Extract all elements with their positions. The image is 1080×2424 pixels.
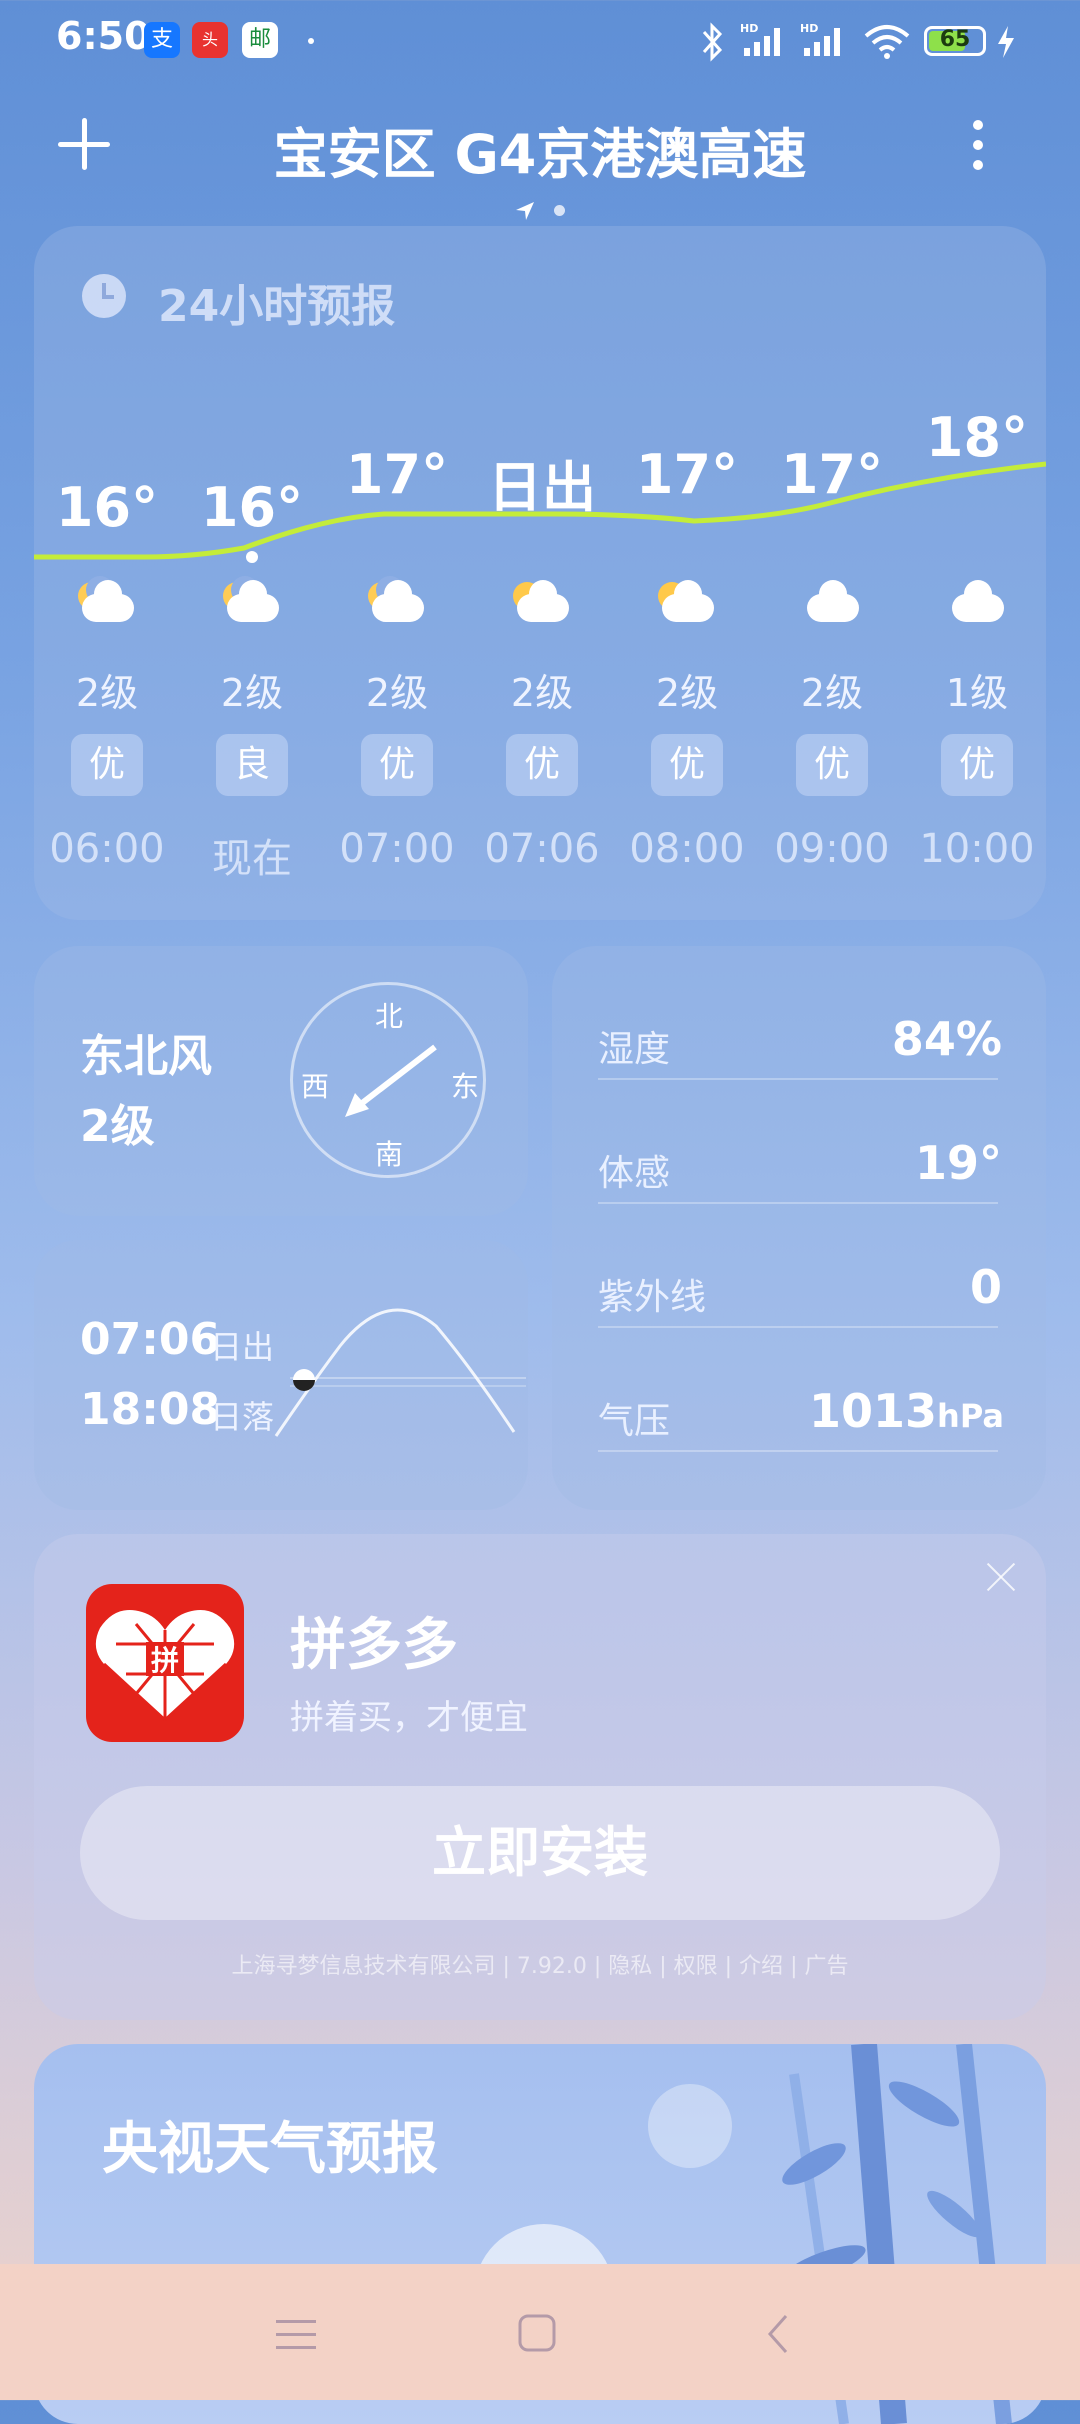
hour-time: 06:00 [49,826,165,872]
divider [598,1450,998,1452]
hour-time: 07:00 [339,826,455,872]
dot-icon [308,38,314,44]
svg-text:HD: HD [740,22,758,35]
pressure-unit: hPa [937,1397,1004,1435]
pressure-value: 1013 [809,1384,938,1438]
night-cloudy-icon [362,576,432,624]
divider [598,1326,998,1328]
charging-icon [998,26,1014,58]
pinduoduo-app-icon: 拼 [86,1584,244,1742]
hour-time: 07:06 [484,826,600,872]
status-bar: 6:50 支 头 邮 HD HD 65 [0,0,1080,80]
hour-air-quality-badge: 优 [941,734,1013,796]
hourly-forecast-title: 24小时预报 [158,281,396,332]
add-city-button[interactable] [58,118,110,170]
post-icon: 邮 [242,22,278,58]
hour-temp: 17° [635,443,739,506]
hour-temp: 18° [925,406,1029,469]
svg-text:HD: HD [800,22,818,35]
system-nav-bar [0,2264,1080,2400]
battery-icon: 65 [924,26,986,56]
feels-like-value: 19° [914,1136,1002,1190]
ad-slogan: 拼着买，才便宜 [290,1698,528,1738]
hour-temp: 17° [780,443,884,506]
sunrise-label: 日出 [210,1328,275,1366]
cloudy-icon [797,580,867,624]
wifi-icon [864,25,910,59]
sunset-label: 日落 [210,1398,275,1436]
night-cloudy-icon [217,576,287,624]
night-cloudy-icon [72,576,142,624]
hour-wind-level: 2级 [800,671,864,715]
hour-wind-level: 1级 [945,671,1009,715]
hour-time: 08:00 [629,826,745,872]
hour-air-quality-badge: 优 [71,734,143,796]
sun-arc [274,1308,526,1437]
hour-wind-level: 2级 [220,671,284,715]
hour-wind-level: 2级 [75,671,139,715]
home-nav-button[interactable] [518,2314,556,2352]
hour-wind-level: 2级 [655,671,719,715]
cloudy-icon [942,580,1012,624]
hour-air-quality-badge: 优 [506,734,578,796]
wind-level: 2级 [80,1101,155,1152]
wind-arrow-icon [345,1044,437,1117]
wind-direction: 东北风 [80,1031,212,1082]
hour-air-quality-badge: 优 [651,734,723,796]
moon-decoration [648,2084,732,2168]
hour-air-quality-badge: 良 [216,734,288,796]
alipay-icon: 支 [144,22,180,58]
cctv-title: 央视天气预报 [102,2117,438,2182]
hour-air-quality-badge: 优 [796,734,868,796]
divider [598,1078,998,1080]
uv-label: 紫外线 [598,1277,707,1318]
hour-time: 09:00 [774,826,890,872]
hour-temp: 17° [345,443,449,506]
hour-temp: 16° [55,476,159,539]
hour-time: 10:00 [919,826,1035,872]
more-menu-button[interactable] [968,120,988,176]
sunrise-time: 07:06 [80,1314,221,1365]
sunset-time: 18:08 [80,1384,221,1435]
ad-app-name: 拼多多 [290,1613,458,1678]
feels-like-label: 体感 [598,1153,671,1194]
location-title[interactable]: 宝安区 G4京港澳高速 [240,110,840,189]
humidity-label: 湿度 [598,1029,671,1070]
signal-icon-2: HD [800,22,840,56]
hour-temp: 16° [200,476,304,539]
hour-air-quality-badge: 优 [361,734,433,796]
hour-wind-level: 2级 [365,671,429,715]
ad-footer[interactable]: 上海寻梦信息技术有限公司 | 7.92.0 | 隐私 | 权限 | 介绍 | 广… [40,1948,1040,1980]
install-button[interactable]: 立即安装 [80,1786,1000,1920]
location-arrow-icon [516,202,534,220]
pressure-label: 气压 [598,1401,671,1442]
toutiao-icon: 头 [192,22,228,58]
battery-level: 65 [939,27,971,52]
page-indicator-dot [554,205,565,216]
hour-temp: 日出 [488,456,596,519]
status-time: 6:50 [56,14,151,58]
menu-nav-button[interactable] [276,2318,316,2352]
divider [598,1202,998,1204]
back-nav-button[interactable] [766,2314,790,2354]
bluetooth-icon [702,22,723,62]
humidity-value: 84% [891,1012,1002,1066]
wind-compass: 北 南 东 西 [290,982,486,1178]
signal-icon-1: HD [740,22,780,56]
hour-time: 现在 [212,836,292,882]
app-icon-text: 拼 [151,1644,179,1677]
hour-wind-level: 2级 [510,671,574,715]
pressure-value-group: 1013hPa [778,1384,1004,1438]
partly-cloudy-icon [507,580,577,624]
close-ad-button[interactable] [986,1562,1016,1592]
partly-cloudy-icon [652,580,722,624]
clock-icon [82,274,126,318]
uv-value: 0 [969,1260,1002,1314]
